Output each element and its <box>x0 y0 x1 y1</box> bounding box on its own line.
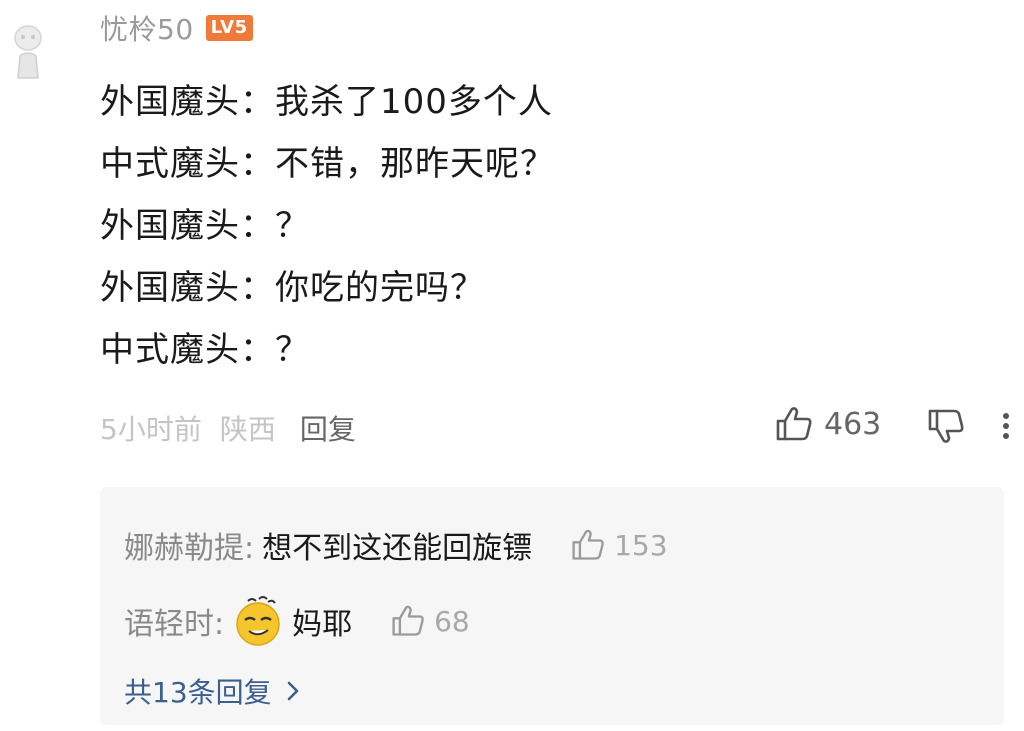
smirking-face-emoji <box>236 596 280 646</box>
comment-meta: 5小时前 陕西 回复 <box>100 405 356 451</box>
reply-text: 想不到这还能回旋镖 <box>262 531 533 566</box>
user-avatar[interactable] <box>10 22 46 82</box>
comment-username[interactable]: 忧柃50 <box>100 8 194 48</box>
reply-like-count: 68 <box>434 604 470 638</box>
level-badge: LV5 <box>205 15 253 41</box>
comment-actions: 463 <box>724 402 1024 452</box>
chevron-right-icon <box>287 681 298 701</box>
thumbs-up-icon <box>392 605 424 636</box>
reply-like-button[interactable]: 153 <box>570 527 668 563</box>
dislike-button[interactable] <box>926 406 966 450</box>
comment-header: 忧柃50 LV5 <box>100 6 253 50</box>
reply-author[interactable]: 语轻时: <box>124 599 224 643</box>
comment-line: 外国魔头：我杀了100多个人 <box>100 82 553 122</box>
comment-line: 中式魔头：不错，那昨天呢？ <box>100 144 555 184</box>
reply-button[interactable]: 回复 <box>300 408 356 448</box>
like-button[interactable]: 463 <box>774 404 881 444</box>
thumbs-up-icon <box>776 407 812 441</box>
comment-line: 外国魔头：？ <box>100 206 310 246</box>
like-count: 463 <box>824 406 882 442</box>
reply-author[interactable]: 娜赫勒提: <box>124 523 254 567</box>
vertical-ellipsis-icon <box>1003 413 1009 439</box>
reply-item[interactable]: 娜赫勒提: 想不到这还能回旋镖 153 <box>124 523 668 567</box>
thumbs-up-icon <box>572 529 604 560</box>
view-all-replies-link[interactable]: 共13条回复 <box>124 671 306 711</box>
replies-section: 娜赫勒提: 想不到这还能回旋镖 153 语轻时: 妈耶 68 共13条回复 <box>100 487 1004 725</box>
view-all-replies-label: 共13条回复 <box>124 676 272 709</box>
thumbs-down-icon <box>928 409 964 443</box>
comment-line: 外国魔头：你吃的完吗？ <box>100 268 485 308</box>
comment-location: 陕西 <box>219 413 276 446</box>
comment-page: 忧柃50 LV5 外国魔头：我杀了100多个人 中式魔头：不错，那昨天呢？ 外国… <box>0 0 1024 731</box>
reply-like-count: 153 <box>614 528 668 562</box>
reply-item[interactable]: 语轻时: 妈耶 68 <box>124 595 470 647</box>
more-options-button[interactable] <box>998 406 1014 450</box>
reply-text: 妈耶 <box>292 607 353 642</box>
comment-line: 中式魔头：？ <box>100 330 310 370</box>
comment-time: 5小时前 <box>100 413 202 446</box>
reply-like-button[interactable]: 68 <box>390 603 470 639</box>
